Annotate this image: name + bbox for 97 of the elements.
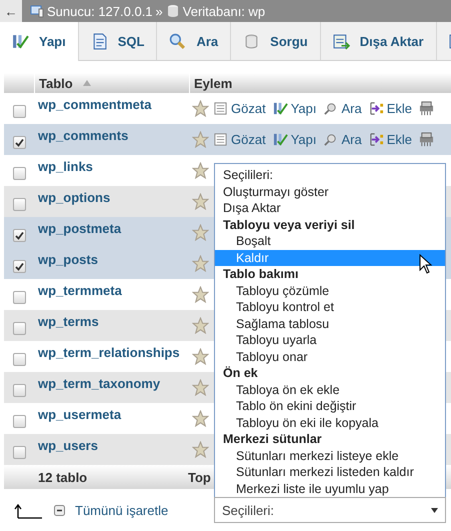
arrow-icon (14, 502, 44, 518)
dropdown-option[interactable]: Tabloyu uyarla (215, 332, 445, 348)
row-checkbox[interactable] (12, 260, 26, 273)
dropdown-option[interactable]: Sütunları merkezi listeden kaldır (215, 464, 445, 480)
printer-icon (419, 101, 434, 116)
table-name-link[interactable]: wp_term_relationships (34, 341, 192, 360)
table-name-link[interactable]: wp_termmeta (34, 279, 192, 298)
structure-icon (12, 33, 29, 50)
table-name-link[interactable]: wp_usermeta (34, 403, 192, 422)
tab[interactable]: Sorgu (231, 22, 321, 60)
table-name-link[interactable]: wp_term_taxonomy (34, 372, 192, 391)
table-name-link[interactable]: wp_posts (34, 248, 192, 267)
printer-icon (419, 132, 434, 147)
star-icon[interactable] (192, 224, 209, 241)
document-icon (90, 32, 108, 50)
dropdown-option[interactable]: Tabloyu çözümle (215, 282, 445, 299)
dropdown-option[interactable]: Boşalt (215, 233, 445, 250)
tab[interactable]: SQL (78, 22, 158, 60)
dropdown-option[interactable]: Merkezi liste ile uyumlu yap (215, 480, 445, 497)
footer-cell-text: Top (187, 470, 211, 484)
dropdown-option[interactable]: Tabloyu kontrol et (215, 299, 445, 316)
action-link[interactable]: Yapı (272, 101, 316, 116)
row-checkbox[interactable] (12, 415, 26, 428)
star-icon[interactable] (192, 441, 209, 458)
row-checkbox[interactable] (12, 446, 26, 459)
checkbox-icon[interactable] (54, 505, 65, 516)
table-name-link[interactable]: wp_comments (34, 124, 192, 143)
check-all-link[interactable]: Tümünü işaretle (75, 503, 168, 518)
cursor-icon (419, 254, 433, 274)
row-checkbox[interactable] (12, 105, 26, 118)
row-checkbox[interactable] (12, 136, 26, 149)
database-icon (243, 32, 260, 50)
dropdown-option[interactable]: Sağlama tablosu (215, 316, 445, 332)
option-group-label: Tabloyu veya veriyi sil (222, 216, 356, 233)
star-icon[interactable] (192, 348, 209, 365)
table-name-link[interactable]: wp_users (34, 434, 192, 453)
action-link[interactable]: Yapı (272, 132, 316, 147)
row-checkbox[interactable] (12, 353, 26, 366)
table-name-link[interactable]: wp_terms (34, 310, 192, 329)
table-name-link[interactable]: wp_options (34, 186, 192, 205)
star-icon[interactable] (192, 131, 209, 148)
star-icon[interactable] (192, 255, 209, 272)
star-icon[interactable] (192, 100, 209, 117)
column-header[interactable]: Tablo (39, 76, 73, 90)
dropdown-option[interactable]: Seçilileri: (215, 167, 445, 184)
table-icon (213, 132, 228, 147)
row-checkbox[interactable] (12, 291, 26, 304)
row-checkbox[interactable] (12, 167, 26, 180)
option-group-label: Merkezi sütunlar (222, 431, 323, 448)
dropdown-option[interactable]: Oluşturmayı göster (215, 184, 445, 200)
row-checkbox[interactable] (12, 229, 26, 242)
action-link[interactable]: Ekle (368, 132, 412, 147)
dropdown-option[interactable]: Tabloya ön ek ekle (215, 382, 445, 398)
row-checkbox[interactable] (12, 384, 26, 397)
tab[interactable]: Yapı (0, 22, 79, 61)
option-group-label: Ön ek (222, 365, 259, 382)
dropdown-option[interactable]: Dışa Aktar (215, 200, 445, 216)
structure-icon (272, 132, 288, 147)
table-name-link[interactable]: wp_commentmeta (34, 93, 192, 112)
export-icon (332, 32, 350, 50)
row-checkbox[interactable] (12, 198, 26, 211)
table-name-link[interactable]: wp_links (34, 155, 192, 174)
star-icon[interactable] (192, 410, 209, 427)
dropdown-option[interactable]: Sütunları merkezi listeye ekle (215, 448, 445, 464)
tab[interactable]: Dışa Aktar (320, 22, 437, 60)
search-icon (323, 101, 338, 116)
row-checkbox[interactable] (12, 322, 26, 335)
caret-icon (431, 508, 438, 512)
column-header: Eylem (194, 76, 232, 90)
table-count: 12 tablo (37, 470, 88, 484)
separator: » (156, 4, 163, 18)
action-link[interactable]: Ara (323, 132, 362, 147)
star-icon[interactable] (192, 193, 209, 210)
option-group-label: Tablo bakımı (222, 266, 300, 282)
search-icon (169, 32, 186, 50)
tab[interactable]: Ara (157, 22, 232, 60)
action-link[interactable]: Ekle (368, 101, 412, 116)
bulk-action-select[interactable]: Seçilileri: (214, 497, 446, 523)
star-icon[interactable] (192, 286, 209, 303)
insert-icon (368, 132, 384, 147)
dropdown-option[interactable]: Tabloyu ön eki ile kopyala (215, 414, 445, 431)
action-link[interactable]: Ara (323, 101, 362, 116)
structure-icon (272, 101, 288, 116)
database-icon (166, 4, 180, 18)
dropdown-option[interactable]: Tablo ön ekini değiştir (215, 398, 445, 414)
action-link[interactable]: Gözat (213, 101, 266, 116)
search-icon (323, 132, 338, 147)
sort-icon[interactable] (82, 80, 91, 86)
action-link[interactable]: Gözat (213, 132, 266, 147)
table-icon (213, 101, 228, 116)
star-icon[interactable] (192, 379, 209, 396)
server-icon (30, 4, 44, 18)
insert-icon (368, 101, 384, 116)
star-icon[interactable] (192, 162, 209, 179)
star-icon[interactable] (192, 317, 209, 334)
table-name-link[interactable]: wp_postmeta (34, 217, 192, 236)
dropdown-option[interactable]: Tabloyu onar (215, 348, 445, 365)
